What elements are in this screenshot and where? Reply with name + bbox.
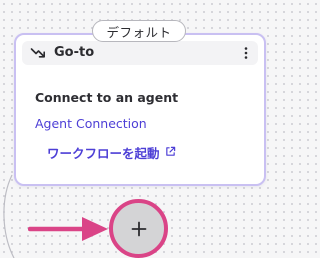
node-title: Go-to	[54, 45, 95, 60]
node-subtitle: Connect to an agent	[35, 90, 179, 105]
start-workflow-link[interactable]: ワークフローを起動	[47, 143, 176, 162]
more-vertical-icon	[244, 47, 248, 59]
goto-arrow-icon	[30, 48, 45, 58]
plus-icon	[131, 221, 146, 236]
agent-connection-link[interactable]: Agent Connection	[35, 116, 147, 131]
external-link-icon	[165, 146, 175, 156]
pointer-arrow-icon	[28, 217, 108, 241]
start-workflow-label: ワークフローを起動	[47, 146, 160, 161]
default-tag: デフォルト	[92, 20, 186, 42]
goto-node-card[interactable]: Go-to Connect to an agent Agent Connecti…	[14, 33, 266, 186]
node-header: Go-to	[22, 41, 258, 65]
more-menu-button[interactable]	[240, 44, 252, 62]
add-node-button[interactable]	[109, 199, 168, 258]
